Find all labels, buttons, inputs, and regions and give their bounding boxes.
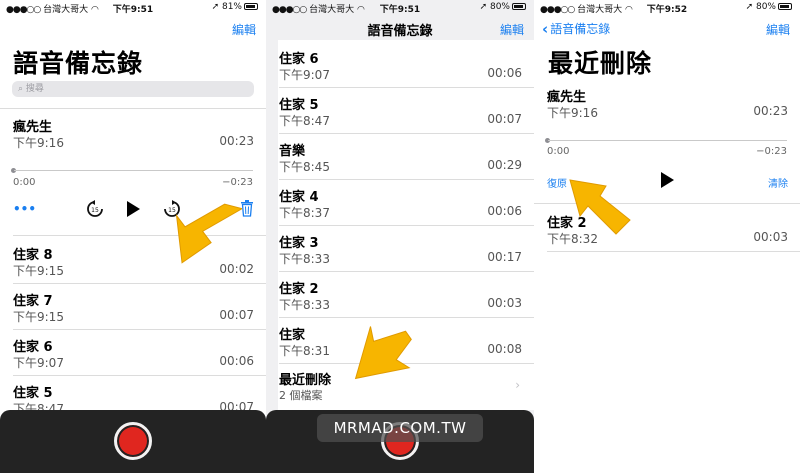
recently-deleted-label: 最近刪除 xyxy=(279,373,332,388)
chevron-right-icon: › xyxy=(515,378,520,392)
status-bar: ●●●○○ 台灣大哥大 ◠ 下午9:51 ➚ 80% xyxy=(266,0,534,15)
recently-deleted-count: 2 個檔案 xyxy=(279,389,323,402)
recording-duration: 00:07 xyxy=(219,308,254,322)
scrubber-track[interactable] xyxy=(14,170,253,171)
edit-button[interactable]: 編輯 xyxy=(766,21,790,38)
recording-name: 住家 7 xyxy=(13,294,53,309)
search-input[interactable]: ⌕ 搜尋 xyxy=(12,81,254,97)
recording-name: 住家 3 xyxy=(279,236,319,251)
watermark: MRMAD.COM.TW xyxy=(317,414,483,442)
recover-button[interactable]: 復原 xyxy=(547,175,567,190)
recording-duration: 00:06 xyxy=(219,354,254,368)
recording-name: 瘋先生 xyxy=(13,120,53,135)
battery-percent: 81% xyxy=(221,2,242,12)
location-icon: ➚ xyxy=(479,2,488,12)
battery-icon xyxy=(512,3,526,10)
recording-time: 下午8:37 xyxy=(279,206,330,220)
svg-text:15: 15 xyxy=(91,207,99,214)
battery-icon xyxy=(244,3,258,10)
search-icon: ⌕ xyxy=(18,84,24,94)
battery-icon xyxy=(778,3,792,10)
remaining-time: −0:23 xyxy=(756,146,787,157)
record-bar xyxy=(0,410,266,473)
recording-duration: 00:06 xyxy=(487,204,522,218)
remaining-time: −0:23 xyxy=(222,177,253,188)
record-button[interactable] xyxy=(114,422,152,460)
list-item[interactable]: 住家 4 下午8:37 00:06 xyxy=(266,180,534,226)
chevron-left-icon: ‹ xyxy=(542,20,549,38)
status-bar: ●●●○○ 台灣大哥大 ◠ 下午9:51 ➚ 81% xyxy=(0,0,266,15)
trash-icon[interactable] xyxy=(240,200,254,217)
recording-time: 下午8:47 xyxy=(279,114,330,128)
pointer-arrow-icon xyxy=(354,326,412,380)
play-icon[interactable] xyxy=(125,200,141,218)
scrubber-track[interactable] xyxy=(548,140,787,141)
recording-name: 住家 6 xyxy=(279,52,319,67)
recording-time: 下午8:45 xyxy=(279,160,330,174)
edit-button[interactable]: 編輯 xyxy=(500,21,524,38)
recording-duration: 00:07 xyxy=(487,112,522,126)
recording-time: 下午9:15 xyxy=(13,264,64,278)
voice-memos-list-screen: ●●●○○ 台灣大哥大 ◠ 下午9:51 ➚ 81% 編輯 語音備忘錄 ⌕ 搜尋… xyxy=(0,0,266,473)
recording-name: 瘋先生 xyxy=(547,90,587,105)
list-item[interactable]: 住家 5 下午8:47 00:07 xyxy=(266,88,534,134)
recording-time: 下午8:33 xyxy=(279,252,330,266)
nav-title: 語音備忘錄 xyxy=(367,24,433,39)
recently-deleted-screen: ●●●○○ 台灣大哥大 ◠ 下午9:52 ➚ 80% ‹ 語音備忘錄 編輯 最近刪… xyxy=(534,0,800,473)
location-icon: ➚ xyxy=(211,2,220,12)
list-item[interactable]: 住家 2 下午8:33 00:03 xyxy=(266,272,534,318)
elapsed-time: 0:00 xyxy=(547,146,570,157)
recording-name: 住家 5 xyxy=(13,386,53,401)
recording-duration: 00:29 xyxy=(487,158,522,172)
recording-duration: 00:17 xyxy=(487,250,522,264)
recording-time: 下午8:33 xyxy=(279,298,330,312)
row-separator xyxy=(547,251,800,252)
battery-percent: 80% xyxy=(755,2,776,12)
recording-name: 住家 8 xyxy=(13,248,53,263)
list-item[interactable]: 音樂 下午8:45 00:29 xyxy=(266,134,534,180)
battery-percent: 80% xyxy=(489,2,510,12)
recording-duration: 00:03 xyxy=(487,296,522,310)
recording-time: 下午9:07 xyxy=(13,356,64,370)
recording-name: 住家 6 xyxy=(13,340,53,355)
recording-name: 住家 5 xyxy=(279,98,319,113)
recording-time: 下午9:07 xyxy=(279,68,330,82)
recording-time: 下午9:16 xyxy=(13,136,64,150)
voice-memos-scrolled-screen: ●●●○○ 台灣大哥大 ◠ 下午9:51 ➚ 80% 語音備忘錄 編輯 住家 6… xyxy=(266,0,534,473)
back-button[interactable]: ‹ 語音備忘錄 xyxy=(542,20,610,38)
recording-time: 下午9:16 xyxy=(547,106,598,120)
recording-name: 住家 2 xyxy=(279,282,319,297)
location-icon: ➚ xyxy=(745,2,754,12)
list-item[interactable]: 住家 3 下午8:33 00:17 xyxy=(266,226,534,272)
more-options-button[interactable]: ••• xyxy=(13,202,36,216)
play-icon[interactable] xyxy=(659,171,675,189)
list-item[interactable]: 住家 6 下午9:07 00:06 xyxy=(266,42,534,88)
list-item[interactable]: 住家 6 下午9:07 00:06 xyxy=(0,330,266,376)
pointer-arrow-icon xyxy=(569,179,631,235)
elapsed-time: 0:00 xyxy=(13,177,36,188)
recording-duration: 00:23 xyxy=(753,104,788,118)
recording-time: 下午8:31 xyxy=(279,344,330,358)
recording-duration: 00:23 xyxy=(219,134,254,148)
status-bar: ●●●○○ 台灣大哥大 ◠ 下午9:52 ➚ 80% xyxy=(534,0,800,15)
edit-button[interactable]: 編輯 xyxy=(232,21,256,38)
recording-name: 音樂 xyxy=(279,144,306,159)
clear-button[interactable]: 清除 xyxy=(768,175,788,190)
page-title: 語音備忘錄 xyxy=(13,49,144,78)
page-title: 最近刪除 xyxy=(548,49,653,78)
recording-duration: 00:08 xyxy=(487,342,522,356)
recording-time: 下午9:15 xyxy=(13,310,64,324)
recording-name: 住家 xyxy=(279,328,306,343)
list-item[interactable]: 住家 7 下午9:15 00:07 xyxy=(0,284,266,330)
recording-name: 住家 4 xyxy=(279,190,319,205)
skip-back-15-icon[interactable]: 15 xyxy=(86,200,104,218)
recording-duration: 00:06 xyxy=(487,66,522,80)
recording-duration: 00:03 xyxy=(753,230,788,244)
pointer-arrow-icon xyxy=(175,203,242,264)
